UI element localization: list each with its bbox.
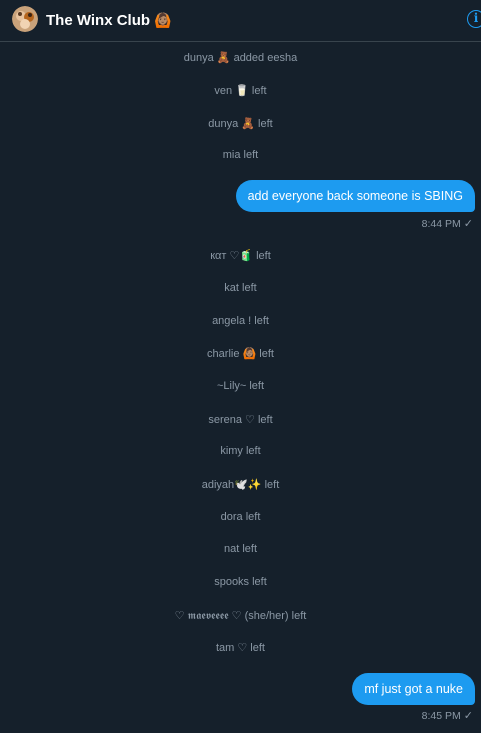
sent-check-icon: ✓ (463, 710, 473, 722)
system-message: ~Lily~ left (216, 380, 265, 392)
system-message: serena ♡ left (208, 414, 273, 426)
system-message: mia left (222, 149, 259, 161)
outgoing-message-bubble[interactable]: mf just got a nuke (352, 673, 475, 705)
system-message: charlie 🙆🏽 left (207, 348, 274, 360)
system-message: ven 🥛 left (214, 85, 267, 97)
system-message: spooks left (214, 576, 267, 588)
system-message: dunya 🧸 left (208, 118, 273, 130)
system-message: кαт ♡🧃 left (210, 250, 271, 262)
system-message: dora left (220, 511, 261, 523)
system-message: dunya 🧸 added eesha (183, 52, 298, 64)
message-timestamp: 8:45 PM ✓ (422, 709, 473, 722)
system-message: kimy left (220, 445, 261, 457)
system-message: kat left (224, 282, 257, 294)
message-list: dunya 🧸 added eesha ven 🥛 left dunya 🧸 l… (0, 42, 481, 733)
system-message: tam ♡ left (216, 642, 265, 654)
conversation-header: The Winx Club 🙆🏽 i (0, 0, 481, 42)
system-message: angela ! left (212, 315, 269, 327)
dm-conversation: The Winx Club 🙆🏽 i dunya 🧸 added eesha ve… (0, 0, 481, 733)
group-avatar-image (12, 6, 38, 32)
group-avatar[interactable] (12, 6, 38, 32)
conversation-title-text: The Winx Club (46, 12, 151, 29)
conversation-title[interactable]: The Winx Club 🙆🏽 (46, 12, 171, 29)
info-icon[interactable]: i (467, 10, 481, 28)
message-time: 8:45 PM (421, 710, 461, 722)
message-timestamp: 8:44 PM ✓ (422, 217, 473, 230)
system-message: adiyah🕊️✨ left (201, 479, 280, 491)
system-message: ♡ 𝖒𝖆𝖊𝖛𝖊𝖊𝖊𝖊 ♡ (she/her) left (174, 610, 307, 622)
conversation-title-emoji: 🙆🏽 (154, 12, 172, 28)
outgoing-message-bubble[interactable]: add everyone back someone is SBING (235, 180, 475, 212)
sent-check-icon: ✓ (463, 218, 473, 230)
system-message: nat left (223, 543, 258, 555)
message-time: 8:44 PM (421, 218, 461, 230)
